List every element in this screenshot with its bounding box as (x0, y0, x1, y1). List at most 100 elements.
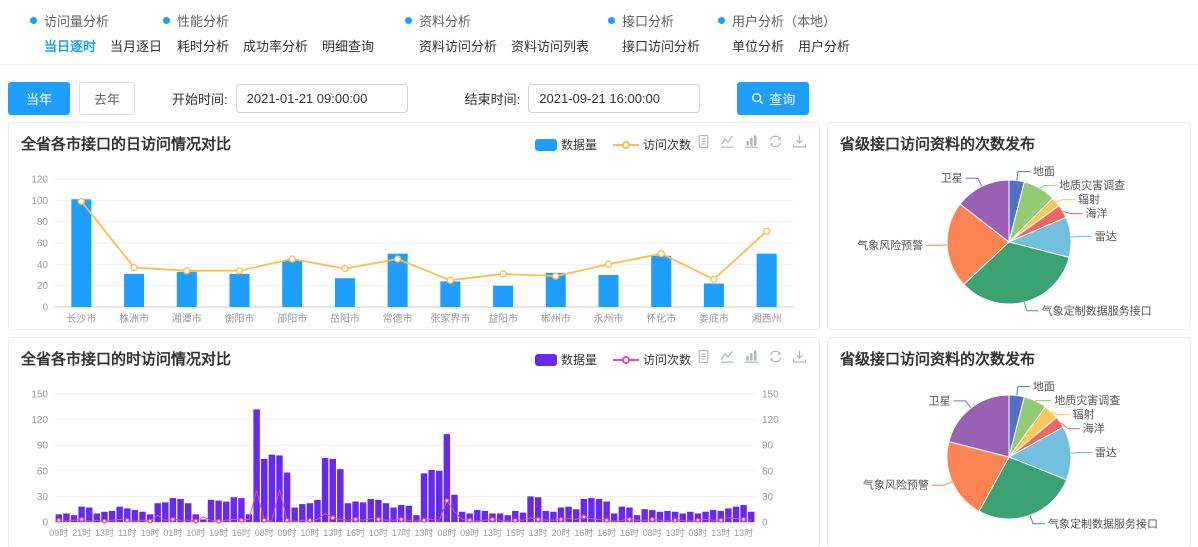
nav-item-daily-month[interactable]: 当月逐日 (110, 36, 162, 55)
svg-text:郴州市: 郴州市 (541, 312, 571, 325)
nav-group-data: 资料分析 资料访问分析 资料访问列表 (405, 11, 608, 55)
search-icon (751, 92, 764, 105)
hourly-chart-panel: 全省各市接口的时访问情况对比 数据量 访问次数 0030306060909012… (8, 337, 820, 547)
nav-item-data-access-list[interactable]: 资料访问列表 (511, 36, 589, 55)
svg-text:120: 120 (31, 175, 48, 186)
end-time-label: 结束时间: (465, 89, 521, 108)
svg-text:雷达: 雷达 (1095, 230, 1117, 243)
data-view-icon[interactable] (696, 349, 711, 364)
nav-item-interface-access[interactable]: 接口访问分析 (622, 36, 700, 55)
svg-text:15时: 15时 (506, 527, 525, 538)
svg-text:湘西州: 湘西州 (752, 312, 782, 325)
line-chart-icon[interactable] (720, 349, 735, 364)
bar-chart-icon[interactable] (744, 134, 759, 149)
svg-text:卫星: 卫星 (941, 172, 963, 185)
svg-text:海洋: 海洋 (1086, 206, 1108, 220)
svg-text:0: 0 (42, 518, 48, 529)
province-pie-panel-1: 省级接口访问资料的次数发布 地面地质灾害调查辐射海洋雷达气象定制数据服务接口气象… (827, 122, 1191, 330)
hourly-chart-canvas[interactable]: 0030306060909012012015015009时21时13时11时13… (13, 369, 808, 547)
svg-text:100: 100 (31, 196, 48, 207)
nav-group-data-title: 资料分析 (405, 11, 608, 30)
svg-text:13时: 13时 (483, 527, 502, 538)
bullet-icon (608, 17, 615, 24)
download-icon[interactable] (792, 134, 807, 149)
svg-text:10时: 10时 (186, 527, 205, 538)
legend-label: 数据量 (561, 136, 597, 153)
restore-icon[interactable] (768, 134, 783, 149)
svg-text:13时: 13时 (734, 527, 753, 538)
svg-text:60: 60 (37, 466, 49, 477)
svg-text:0: 0 (42, 303, 48, 314)
legend-item-visit-count[interactable]: 访问次数 (613, 351, 691, 368)
svg-text:常德市: 常德市 (383, 312, 413, 325)
nav-item-detail-query[interactable]: 明细查询 (322, 36, 374, 55)
start-time-input[interactable] (236, 84, 408, 113)
svg-text:30: 30 (762, 492, 774, 503)
line-chart-icon[interactable] (720, 134, 735, 149)
last-year-button[interactable]: 去年 (79, 82, 135, 115)
legend-item-visit-count[interactable]: 访问次数 (613, 136, 691, 153)
data-view-icon[interactable] (696, 134, 711, 149)
legend-label: 访问次数 (643, 136, 691, 153)
province-pie-chart-1[interactable]: 地面地质灾害调查辐射海洋雷达气象定制数据服务接口气象风险预警卫星 (829, 154, 1189, 330)
this-year-button[interactable]: 当年 (8, 82, 70, 115)
nav-item-hourly-today[interactable]: 当日逐时 (44, 36, 96, 55)
svg-text:08时: 08时 (688, 527, 707, 538)
svg-text:08时: 08时 (255, 527, 274, 538)
svg-text:20: 20 (37, 281, 49, 292)
legend-item-data-volume[interactable]: 数据量 (535, 136, 597, 153)
download-icon[interactable] (792, 349, 807, 364)
svg-text:120: 120 (31, 415, 48, 426)
svg-text:21时: 21时 (72, 527, 91, 538)
svg-text:13时: 13时 (95, 527, 114, 538)
svg-text:20时: 20时 (551, 527, 570, 538)
svg-text:卫星: 卫星 (928, 394, 950, 407)
svg-text:怀化市: 怀化市 (646, 312, 676, 325)
bar-chart-icon[interactable] (744, 349, 759, 364)
svg-text:邵阳市: 邵阳市 (277, 312, 307, 325)
svg-text:13时: 13时 (666, 527, 685, 538)
legend-label: 访问次数 (643, 351, 691, 368)
svg-text:13时: 13时 (711, 527, 730, 538)
svg-text:10时: 10时 (369, 527, 388, 538)
daily-chart-canvas[interactable]: 020406080100120长沙市株洲市湘潭市衡阳市邵阳市岳阳市常德市张家界市… (13, 154, 808, 330)
svg-text:17时: 17时 (392, 527, 411, 538)
svg-text:16时: 16时 (346, 527, 365, 538)
top-navigation: 访问量分析 当日逐时 当月逐日 性能分析 耗时分析 成功率分析 明细查询 资料分… (0, 0, 1198, 65)
nav-item-unit-analysis[interactable]: 单位分析 (732, 36, 784, 55)
search-button[interactable]: 查询 (737, 82, 809, 115)
svg-text:11时: 11时 (118, 527, 136, 538)
nav-item-time-cost[interactable]: 耗时分析 (177, 36, 229, 55)
svg-text:60: 60 (37, 239, 49, 250)
nav-group-performance: 性能分析 耗时分析 成功率分析 明细查询 (163, 11, 405, 55)
line-series-swatch (613, 139, 639, 151)
restore-icon[interactable] (768, 349, 783, 364)
svg-text:气象风险预警: 气象风险预警 (857, 238, 923, 252)
svg-text:气象风险预警: 气象风险预警 (863, 478, 929, 492)
svg-text:13时: 13时 (323, 527, 342, 538)
svg-text:150: 150 (31, 390, 48, 401)
svg-text:08时: 08时 (643, 527, 662, 538)
legend-label: 数据量 (561, 351, 597, 368)
bullet-icon (163, 17, 170, 24)
bullet-icon (405, 17, 412, 24)
svg-text:益阳市: 益阳市 (488, 312, 518, 325)
province-pie-chart-2[interactable]: 地面地质灾害调查辐射海洋雷达气象定制数据服务接口气象风险预警卫星 (829, 369, 1189, 545)
svg-text:30: 30 (37, 492, 49, 503)
bar-series-swatch (535, 354, 557, 366)
end-time-input[interactable] (528, 84, 700, 113)
svg-text:08时: 08时 (437, 527, 456, 538)
daily-chart-legend: 数据量 访问次数 (535, 136, 691, 153)
nav-group-users-title: 用户分析（本地） (718, 11, 850, 30)
nav-item-data-access-analysis[interactable]: 资料访问分析 (419, 36, 497, 55)
nav-group-interface: 接口分析 接口访问分析 (608, 11, 718, 55)
svg-text:16时: 16时 (620, 527, 639, 538)
svg-text:40: 40 (37, 260, 49, 271)
svg-text:80: 80 (37, 217, 49, 228)
svg-text:09时: 09时 (278, 527, 297, 538)
svg-text:辐射: 辐射 (1078, 192, 1100, 206)
nav-item-success-rate[interactable]: 成功率分析 (243, 36, 308, 55)
nav-item-user-analysis[interactable]: 用户分析 (798, 36, 850, 55)
legend-item-data-volume[interactable]: 数据量 (535, 351, 597, 368)
pie2-title: 省级接口访问资料的次数发布 (828, 338, 1190, 369)
